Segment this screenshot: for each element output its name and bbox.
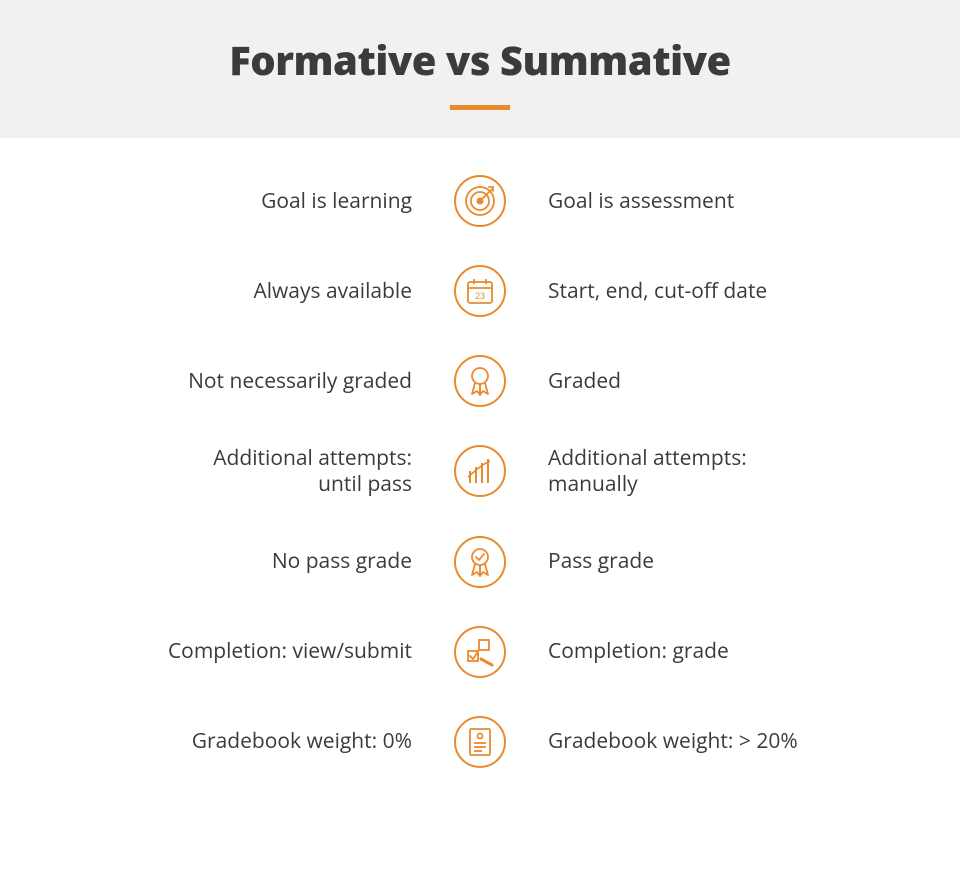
header: Formative vs Summative [0,0,960,138]
comparison-rows: Goal is learning Goal is assessment Always… [0,138,960,787]
formative-text: Gradebook weight: 0% [90,728,450,754]
row-icon-wrap [450,355,510,407]
formative-text: Completion: view/submit [90,638,450,664]
title-underline [450,105,510,110]
summative-text: Goal is assessment [510,188,870,214]
comparison-row: Not necessarily graded Graded [0,336,960,426]
formative-text: Always available [90,278,450,304]
checklist-icon [454,626,506,678]
row-icon-wrap [450,626,510,678]
row-icon-wrap [450,445,510,497]
row-icon-wrap [450,536,510,588]
comparison-row: No pass grade Pass grade [0,517,960,607]
row-icon-wrap [450,175,510,227]
calendar-icon: 23 [454,265,506,317]
target-icon [454,175,506,227]
formative-text: Additional attempts:until pass [90,445,450,498]
formative-text: Goal is learning [90,188,450,214]
comparison-row: Completion: view/submit Completion: grade [0,607,960,697]
chart-icon [454,445,506,497]
formative-text: No pass grade [90,548,450,574]
formative-text: Not necessarily graded [90,368,450,394]
ribbon-icon [454,355,506,407]
summative-text: Pass grade [510,548,870,574]
comparison-row: Additional attempts:until pass Additional… [0,426,960,517]
page-title: Formative vs Summative [0,32,960,87]
summative-text: Start, end, cut-off date [510,278,870,304]
summative-text: Additional attempts:manually [510,445,870,498]
svg-text:23: 23 [475,291,485,301]
summative-text: Graded [510,368,870,394]
comparison-row: Goal is learning Goal is assessment [0,156,960,246]
comparison-row: Gradebook weight: 0% Gradebook weight: > … [0,697,960,787]
ribbon-check-icon [454,536,506,588]
row-icon-wrap [450,716,510,768]
summative-text: Completion: grade [510,638,870,664]
comparison-row: Always available 23 Start, end, cut-off da… [0,246,960,336]
row-icon-wrap: 23 [450,265,510,317]
certificate-icon [454,716,506,768]
summative-text: Gradebook weight: > 20% [510,728,870,754]
